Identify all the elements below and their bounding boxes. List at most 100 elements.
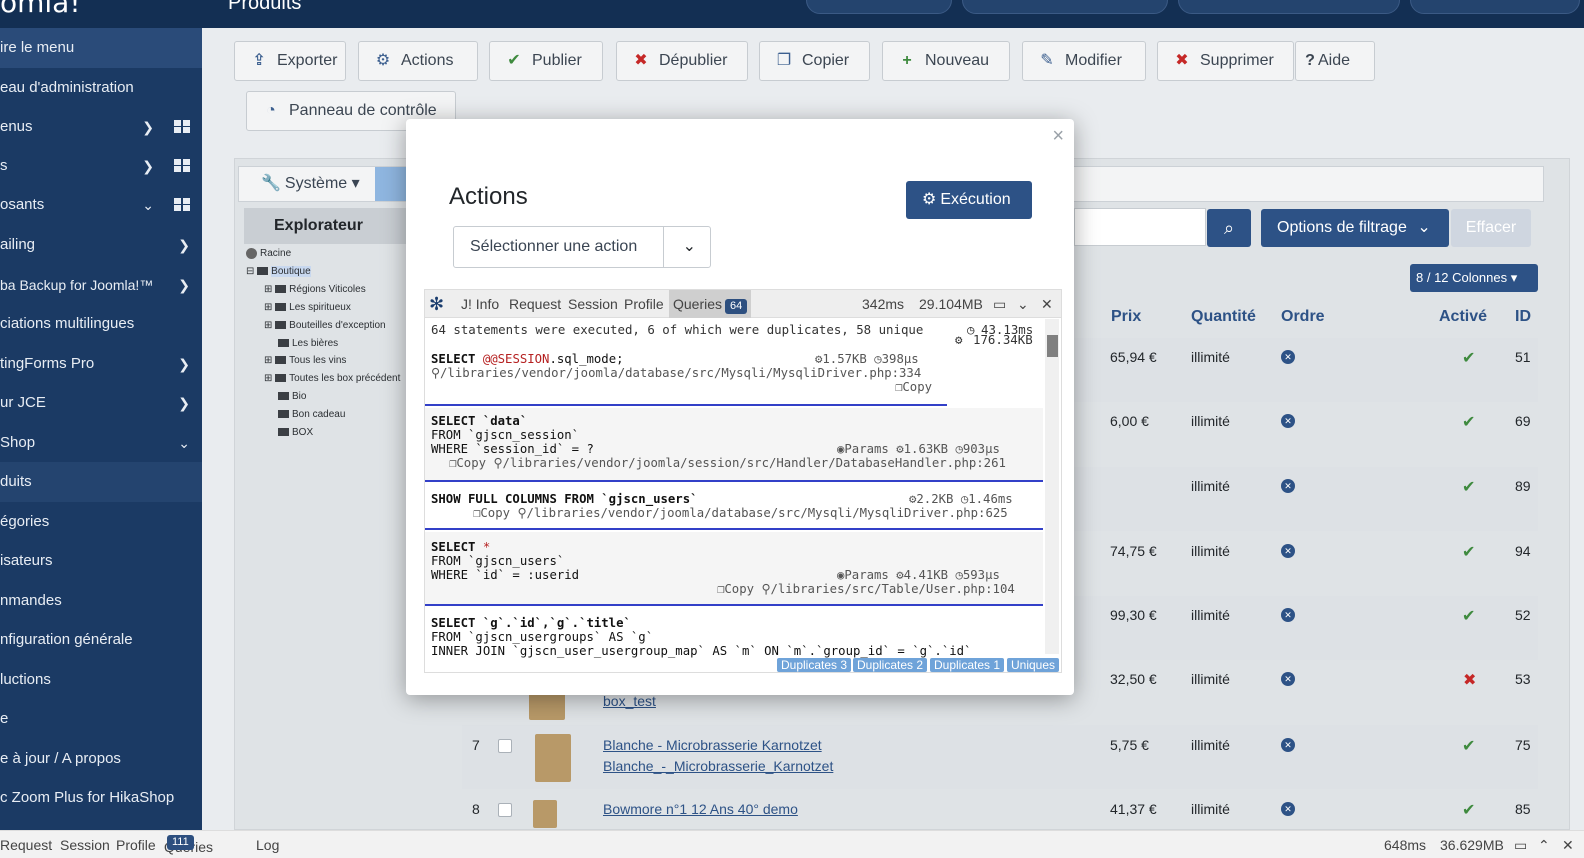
product-name-link[interactable]: Blanche - Microbrasserie Karnotzet [603, 737, 822, 753]
sidebar-item-zoom-plus[interactable]: c Zoom Plus for HikaShop [0, 778, 202, 818]
chevron-up-icon[interactable]: ⌃ [1538, 833, 1550, 857]
sidebar-item-dashboard[interactable]: eau d'administration [0, 68, 202, 108]
tree-node[interactable]: ⊞ Tous les vins [264, 355, 346, 366]
order-icon[interactable]: ✕ [1281, 544, 1295, 558]
tab-queries[interactable]: Queries 64 [669, 290, 752, 318]
col-id[interactable]: ID [1515, 308, 1531, 326]
export-button[interactable]: ⇪ Exporter [234, 41, 346, 81]
sidebar-item-akeeba[interactable]: ba Backup for Joomla!™ ❯ [0, 265, 202, 305]
joomla-icon[interactable]: ✻ [429, 290, 444, 318]
row-checkbox[interactable] [498, 739, 512, 753]
copy-button[interactable]: ❐ Copier [759, 41, 870, 81]
sidebar-item-multilingual[interactable]: ciations multilingues [0, 304, 202, 344]
tree-node[interactable]: BOX [278, 427, 313, 438]
sidebar-item-orders[interactable]: nmandes [0, 581, 202, 621]
tab-request[interactable]: Request [509, 290, 561, 318]
edit-button[interactable]: ✎ Modifier [1022, 41, 1146, 81]
dashboard-grid-icon[interactable] [174, 198, 190, 211]
header-pill-4[interactable] [1410, 0, 1580, 14]
sidebar-item-menus[interactable]: enus ❯ [0, 107, 202, 147]
product-thumbnail[interactable] [533, 800, 557, 828]
bottom-tab-log[interactable]: Log [256, 833, 279, 857]
sidebar-item-jce[interactable]: ur JCE ❯ [0, 383, 202, 423]
chevron-down-icon[interactable]: ⌄ [1017, 290, 1029, 318]
debug-scrollbar[interactable] [1045, 319, 1059, 654]
header-pill-1[interactable] [806, 0, 952, 14]
components-tab[interactable] [375, 167, 407, 201]
sidebar-item-hikashop[interactable]: Shop ⌄ [0, 423, 202, 463]
close-icon[interactable]: ✕ [1041, 290, 1053, 318]
published-check-icon[interactable]: ✔ [1462, 542, 1475, 562]
published-check-icon[interactable]: ✔ [1462, 348, 1475, 368]
published-check-icon[interactable]: ✔ [1462, 477, 1475, 497]
bottom-tab-profile[interactable]: Profile [116, 833, 156, 857]
copy-link[interactable]: ❐Copy [717, 582, 754, 596]
action-select[interactable]: Sélectionner une action ⌄ [453, 226, 711, 268]
tree-node[interactable]: ⊞ Toutes les box précédent [264, 373, 400, 384]
dashboard-grid-icon[interactable] [174, 120, 190, 133]
bottom-tab-request[interactable]: Request [0, 833, 52, 857]
actions-button[interactable]: ⚙ Actions [358, 41, 478, 81]
sidebar-item-content[interactable]: s ❯ [0, 146, 202, 186]
tree-node[interactable]: ⊞ Régions Viticoles [264, 284, 366, 295]
filter-uniques[interactable]: Uniques [1007, 658, 1060, 672]
columns-button[interactable]: 8 / 12 Colonnes ▾ [1410, 264, 1538, 292]
search-input[interactable] [1074, 208, 1206, 246]
header-pill-3[interactable] [1178, 0, 1400, 14]
tree-node[interactable]: Les bières [278, 338, 338, 349]
close-icon[interactable]: × [1052, 125, 1064, 148]
copy-link[interactable]: ❐Copy [473, 506, 510, 520]
product-alias-link[interactable]: Blanche_-_Microbrasserie_Karnotzet [603, 758, 833, 774]
dashboard-grid-icon[interactable] [174, 159, 190, 172]
sidebar-item-products[interactable]: duits [0, 462, 202, 502]
sidebar-item-users[interactable]: isateurs [0, 541, 202, 581]
filter-duplicates-3[interactable]: Duplicates 3 [777, 658, 852, 672]
tree-node[interactable]: ⊞ Les spiritueux [264, 302, 351, 313]
order-icon[interactable]: ✕ [1281, 738, 1295, 752]
sidebar-item-update-about[interactable]: e à jour / A propos [0, 739, 202, 779]
order-icon[interactable]: ✕ [1281, 414, 1295, 428]
filter-options-button[interactable]: Options de filtrage ⌄ [1261, 209, 1449, 247]
published-check-icon[interactable]: ✔ [1462, 736, 1475, 756]
sidebar-item-components[interactable]: osants ⌄ [0, 185, 202, 225]
order-icon[interactable]: ✕ [1281, 350, 1295, 364]
published-check-icon[interactable]: ✔ [1462, 412, 1475, 432]
system-dropdown[interactable]: 🔧 Système ▾ [239, 167, 374, 201]
order-icon[interactable]: ✕ [1281, 479, 1295, 493]
tree-boutique[interactable]: ⊟ Boutique [246, 266, 311, 277]
sidebar-item-config[interactable]: nfiguration générale [0, 620, 202, 660]
folder-open-icon[interactable]: ▭ [993, 290, 1006, 318]
sidebar-item-e[interactable]: e [0, 699, 202, 739]
tab-jinfo[interactable]: J! Info [461, 290, 499, 318]
joomla-logo[interactable]: omla! [0, 0, 204, 19]
tree-node[interactable]: Bio [278, 391, 306, 402]
col-price[interactable]: Prix [1111, 308, 1141, 326]
publish-button[interactable]: ✔ Publier [489, 41, 603, 81]
close-icon[interactable]: ✕ [1562, 833, 1574, 857]
product-alias-link[interactable]: box_test [603, 693, 656, 709]
product-name-link[interactable]: Bowmore n°1 12 Ans 40° demo [603, 801, 798, 817]
unpublished-cross-icon[interactable]: ✖ [1463, 670, 1476, 690]
sidebar-item-toggle-menu[interactable]: ire le menu [0, 28, 202, 68]
published-check-icon[interactable]: ✔ [1462, 606, 1475, 626]
header-pill-2[interactable] [962, 0, 1168, 14]
execute-button[interactable]: ⚙ Exécution [906, 181, 1032, 219]
sidebar-item-acymailing[interactable]: ailing ❯ [0, 225, 202, 265]
tree-node[interactable]: Bon cadeau [278, 409, 345, 420]
order-icon[interactable]: ✕ [1281, 672, 1295, 686]
clear-button[interactable]: Effacer [1451, 209, 1531, 247]
copy-link[interactable]: ❐Copy [449, 456, 486, 470]
search-button[interactable]: ⌕ [1207, 209, 1251, 247]
filter-duplicates-2[interactable]: Duplicates 2 [853, 658, 928, 672]
sidebar-item-discounts[interactable]: luctions [0, 660, 202, 700]
row-checkbox[interactable] [498, 803, 512, 817]
col-order[interactable]: Ordre [1281, 308, 1325, 326]
unpublish-button[interactable]: ✖ Dépublier [616, 41, 748, 81]
copy-link[interactable]: ❐Copy [895, 380, 932, 394]
tree-node[interactable]: ⊞ Bouteilles d'exception [264, 320, 386, 331]
sidebar-item-categories[interactable]: égories [0, 502, 202, 542]
tree-root[interactable]: Racine [246, 248, 291, 259]
published-check-icon[interactable]: ✔ [1462, 800, 1475, 820]
tab-session[interactable]: Session [568, 290, 618, 318]
help-button[interactable]: ? Aide [1295, 41, 1375, 81]
